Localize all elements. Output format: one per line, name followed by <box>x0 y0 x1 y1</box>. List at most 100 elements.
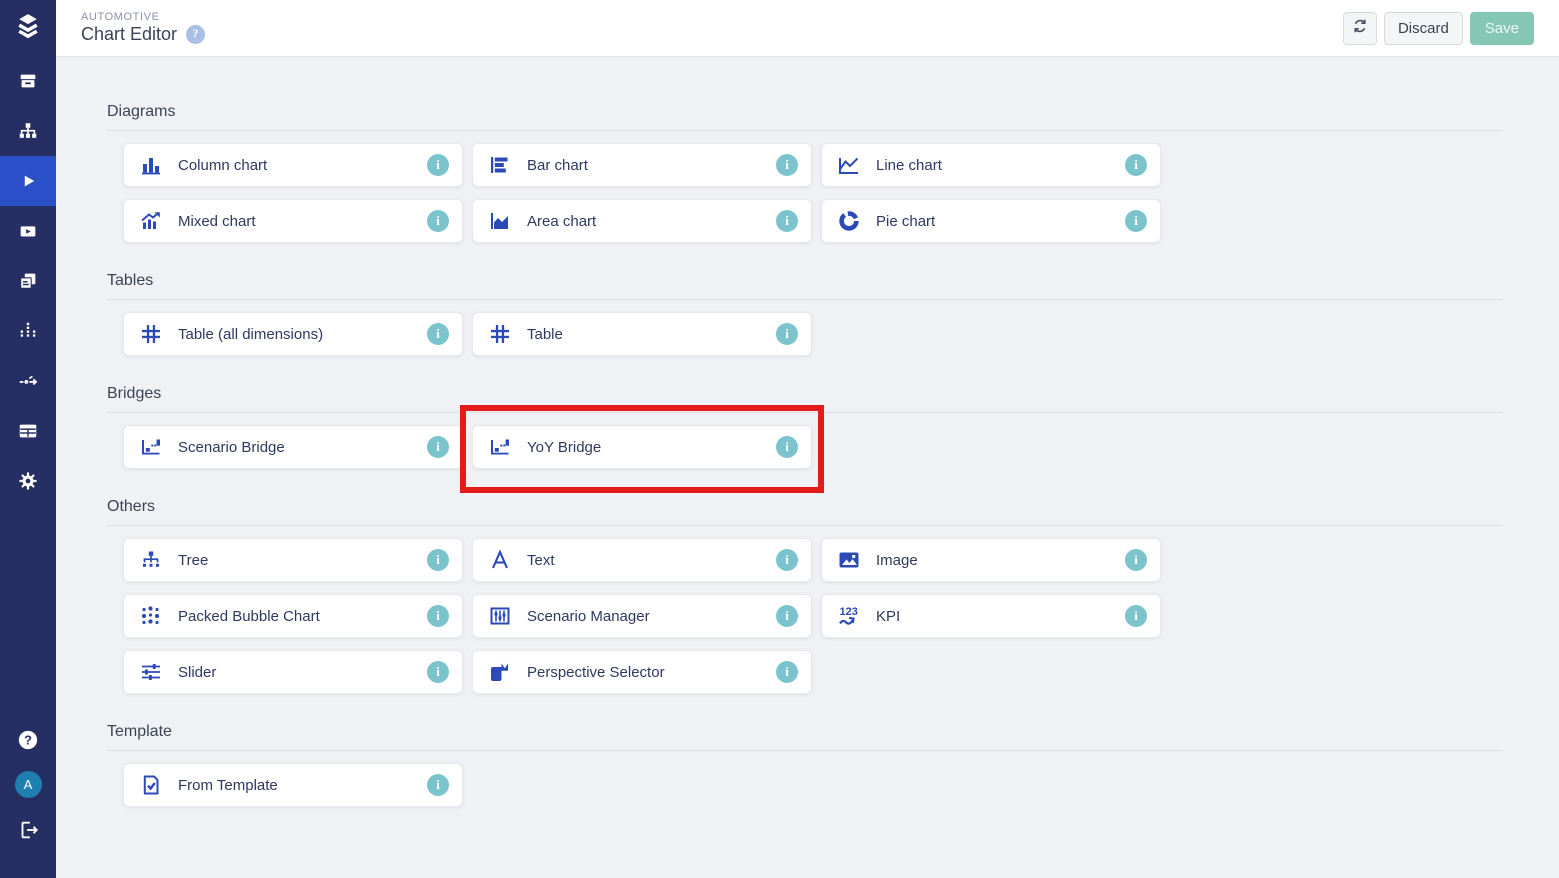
section-diagrams: DiagramsColumn chartiBar chartiLine char… <box>107 103 1503 243</box>
video-play-icon <box>17 220 39 242</box>
card-label: From Template <box>178 777 427 794</box>
perspective-selector-icon <box>488 660 512 684</box>
card-tree[interactable]: Treei <box>123 538 463 582</box>
card-label: Scenario Bridge <box>178 439 427 456</box>
card-pie-chart[interactable]: Pie charti <box>821 199 1161 243</box>
info-icon[interactable]: i <box>776 154 798 176</box>
section-tables: TablesTable (all dimensions)iTablei <box>107 272 1503 356</box>
info-icon[interactable]: i <box>776 605 798 627</box>
sidebar-item-dot-tree[interactable] <box>0 306 56 356</box>
main-area: AUTOMOTIVE Chart Editor ? Discard Save D… <box>56 0 1559 878</box>
from-template-icon <box>139 773 163 797</box>
card-text[interactable]: Texti <box>472 538 812 582</box>
info-icon[interactable]: i <box>427 661 449 683</box>
sidebar-bottom: ?A <box>0 717 56 878</box>
card-yoy-bridge[interactable]: YoY Bridgei <box>472 425 812 469</box>
card-packed-bubble-chart[interactable]: Packed Bubble Charti <box>123 594 463 638</box>
info-icon[interactable]: i <box>427 210 449 232</box>
text-icon <box>488 548 512 572</box>
card-label: YoY Bridge <box>527 439 776 456</box>
sidebar-item-logout[interactable] <box>0 807 56 852</box>
breadcrumb-subtitle: AUTOMOTIVE <box>81 11 205 24</box>
card-image[interactable]: Imagei <box>821 538 1161 582</box>
info-icon[interactable]: i <box>776 210 798 232</box>
card-label: Mixed chart <box>178 213 427 230</box>
info-icon[interactable]: i <box>427 323 449 345</box>
card-slider[interactable]: Slideri <box>123 650 463 694</box>
page-title: Chart Editor <box>81 24 177 45</box>
app-logo[interactable] <box>0 0 56 56</box>
table-grid-icon <box>139 322 163 346</box>
info-icon[interactable]: i <box>1125 210 1147 232</box>
sidebar-item-pages[interactable] <box>0 256 56 306</box>
content: DiagramsColumn chartiBar chartiLine char… <box>56 57 1559 878</box>
bar-chart-icon <box>488 153 512 177</box>
sidebar-item-video-play[interactable] <box>0 206 56 256</box>
card-table[interactable]: Tablei <box>472 312 812 356</box>
discard-button[interactable]: Discard <box>1384 12 1463 45</box>
card-perspective-selector[interactable]: Perspective Selectori <box>472 650 812 694</box>
info-icon[interactable]: i <box>1125 154 1147 176</box>
header: AUTOMOTIVE Chart Editor ? Discard Save <box>56 0 1559 57</box>
info-icon[interactable]: i <box>427 605 449 627</box>
card-line-chart[interactable]: Line charti <box>821 143 1161 187</box>
help-icon[interactable]: ? <box>186 25 205 44</box>
info-icon[interactable]: i <box>776 323 798 345</box>
sidebar-item-help[interactable]: ? <box>0 717 56 762</box>
card-kpi[interactable]: 123 KPIi <box>821 594 1161 638</box>
image-icon <box>837 548 861 572</box>
card-label: Perspective Selector <box>527 664 776 681</box>
kpi-icon: 123 <box>837 604 861 628</box>
sidebar-item-table[interactable] <box>0 406 56 456</box>
bridge-icon <box>139 435 163 459</box>
card-label: Slider <box>178 664 427 681</box>
table-grid-icon <box>488 322 512 346</box>
card-scenario-manager[interactable]: Scenario Manageri <box>472 594 812 638</box>
info-icon[interactable]: i <box>776 661 798 683</box>
info-icon[interactable]: i <box>427 549 449 571</box>
card-from-template[interactable]: From Templatei <box>123 763 463 807</box>
card-grid: From Templatei <box>123 763 1503 807</box>
card-grid: Scenario BridgeiYoY Bridgei <box>123 425 1503 469</box>
sidebar-nav <box>0 56 56 506</box>
hierarchy-icon <box>17 120 39 142</box>
title-block: AUTOMOTIVE Chart Editor ? <box>81 11 205 44</box>
card-label: Table (all dimensions) <box>178 326 427 343</box>
card-label: Image <box>876 552 1125 569</box>
tree-icon <box>139 548 163 572</box>
user-avatar[interactable]: A <box>0 762 56 807</box>
table-icon <box>17 420 39 442</box>
sidebar-item-flow-arrow[interactable] <box>0 356 56 406</box>
card-scenario-bridge[interactable]: Scenario Bridgei <box>123 425 463 469</box>
info-icon[interactable]: i <box>776 549 798 571</box>
flow-arrow-icon <box>17 370 39 392</box>
card-grid: Column chartiBar chartiLine chartiMixed … <box>123 143 1503 243</box>
card-mixed-chart[interactable]: Mixed charti <box>123 199 463 243</box>
pie-chart-icon <box>837 209 861 233</box>
card-label: Column chart <box>178 157 427 174</box>
card-column-chart[interactable]: Column charti <box>123 143 463 187</box>
info-icon[interactable]: i <box>776 436 798 458</box>
save-button[interactable]: Save <box>1470 12 1534 45</box>
info-icon[interactable]: i <box>1125 605 1147 627</box>
pages-icon <box>17 270 39 292</box>
card-table-all-dimensions[interactable]: Table (all dimensions)i <box>123 312 463 356</box>
card-label: Text <box>527 552 776 569</box>
sidebar-item-play[interactable] <box>0 156 56 206</box>
sidebar-item-hierarchy[interactable] <box>0 106 56 156</box>
info-icon[interactable]: i <box>427 436 449 458</box>
info-icon[interactable]: i <box>427 154 449 176</box>
sidebar-item-gear[interactable] <box>0 456 56 506</box>
info-icon[interactable]: i <box>427 774 449 796</box>
play-icon <box>17 170 39 192</box>
card-bar-chart[interactable]: Bar charti <box>472 143 812 187</box>
info-icon[interactable]: i <box>1125 549 1147 571</box>
card-label: Table <box>527 326 776 343</box>
sidebar-item-archive[interactable] <box>0 56 56 106</box>
archive-icon <box>17 70 39 92</box>
logout-icon <box>17 819 39 841</box>
refresh-button[interactable] <box>1343 12 1377 45</box>
card-label: KPI <box>876 608 1125 625</box>
card-grid: TreeiTextiImageiPacked Bubble ChartiScen… <box>123 538 1503 694</box>
card-area-chart[interactable]: Area charti <box>472 199 812 243</box>
